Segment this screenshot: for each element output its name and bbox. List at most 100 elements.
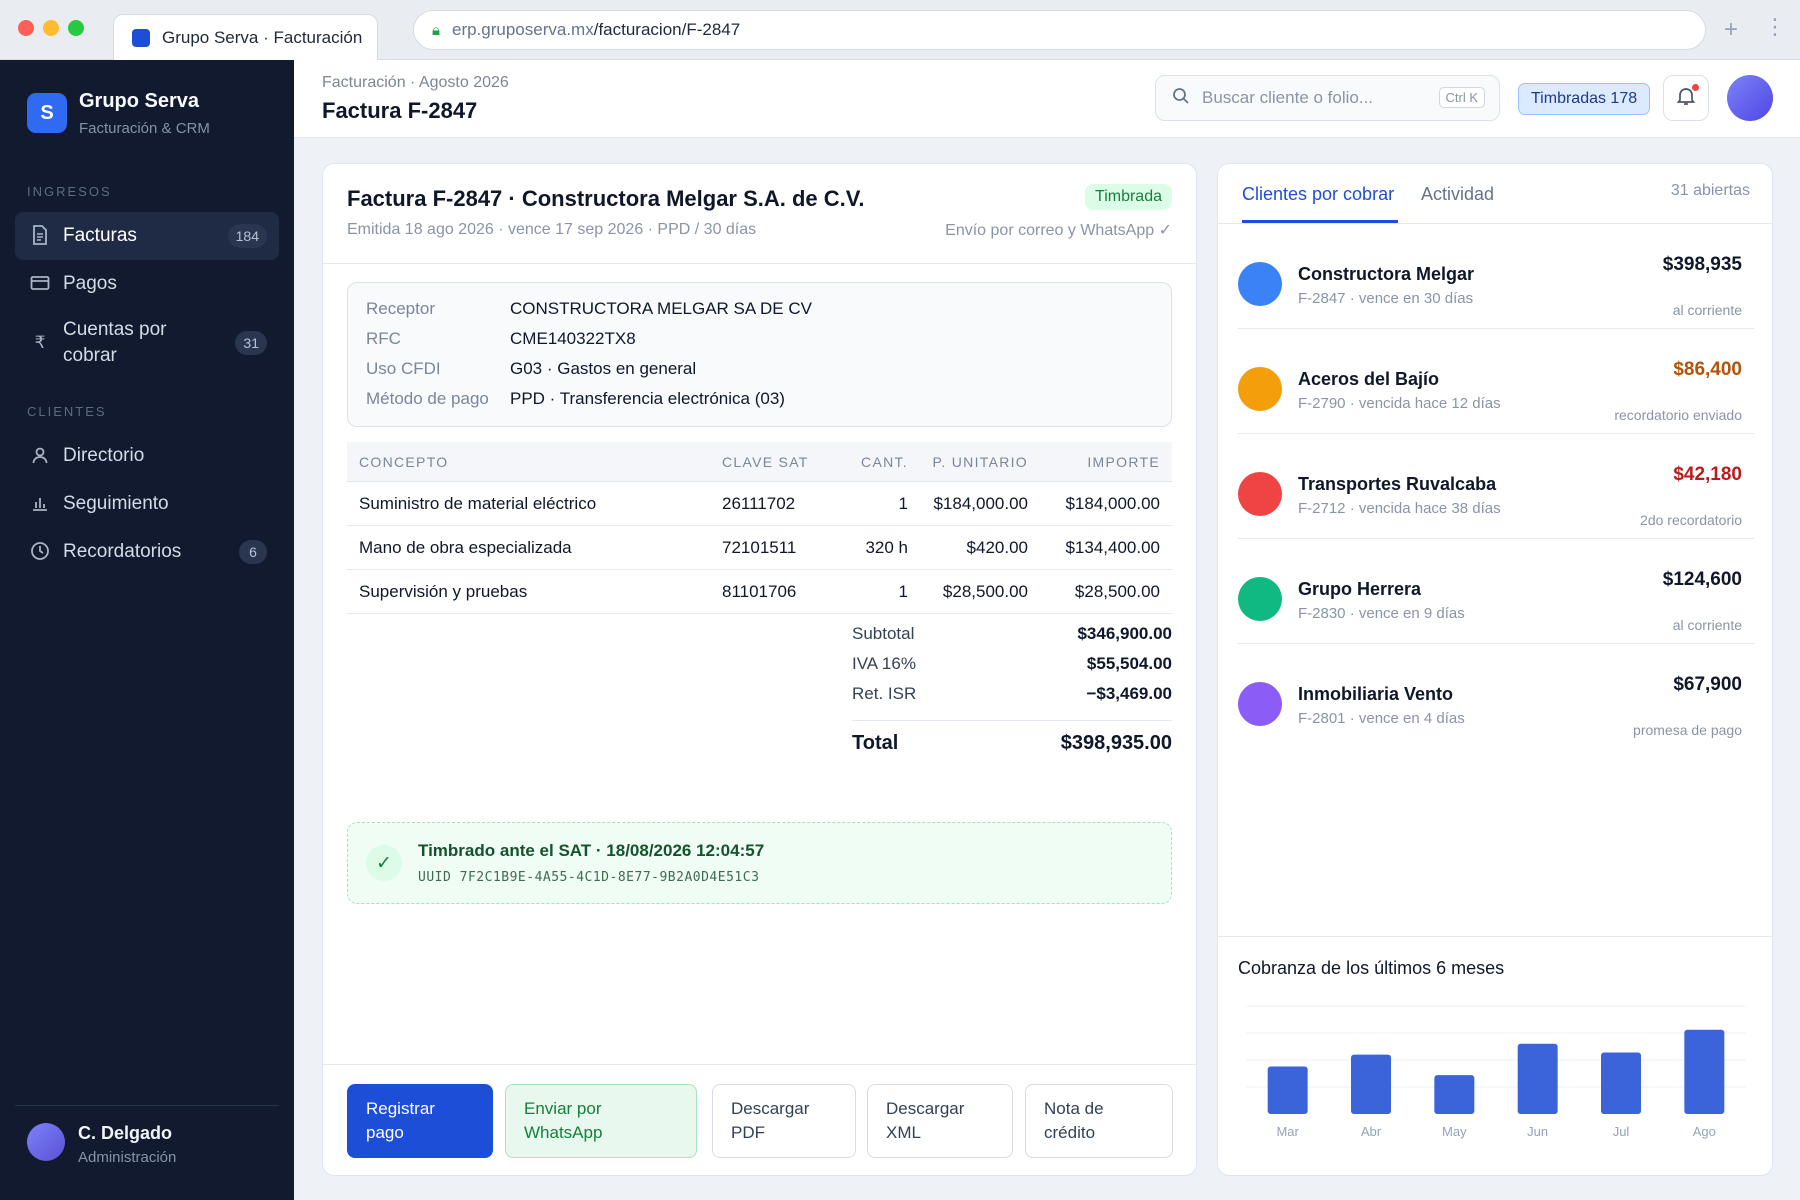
list-item[interactable]: Grupo Herrera F-2830 · vence en 9 días $… <box>1238 539 1754 644</box>
sidebar-item-label: Pagos <box>63 273 117 294</box>
subtotal-value: $346,900.00 <box>1077 624 1172 643</box>
maximize-window-button[interactable] <box>68 20 84 36</box>
total-value: $398,935.00 <box>1060 732 1172 754</box>
section-label-ingresos: INGRESOS <box>27 184 112 199</box>
send-whatsapp-button[interactable]: Enviar por WhatsApp <box>505 1084 697 1158</box>
clock-icon <box>29 540 51 562</box>
column-header: CONCEPTO <box>359 453 449 470</box>
unit-price-cell: $28,500.00 <box>942 581 1028 601</box>
stamped-count-badge[interactable]: Timbradas 178 <box>1518 83 1651 115</box>
sidebar-item-facturas[interactable]: Facturas 184 <box>15 212 279 260</box>
sat-stamp-title: Timbrado ante el SAT · 18/08/2026 12:04:… <box>418 841 765 860</box>
concept-cell: Supervisión y pruebas <box>359 581 528 601</box>
table-row[interactable]: Supervisión y pruebas 81101706 1 $28,500… <box>347 570 1172 614</box>
client-status: promesa de pago <box>1633 722 1742 738</box>
column-header: CANT. <box>861 453 908 470</box>
notification-dot <box>1692 84 1699 91</box>
sat-stamp-notice: ✓ Timbrado ante el SAT · 18/08/2026 12:0… <box>347 822 1172 904</box>
card-icon <box>29 272 51 294</box>
user-name: C. Delgado <box>78 1123 173 1143</box>
avatar <box>1238 262 1282 306</box>
breadcrumb[interactable]: Facturación · Agosto 2026 <box>322 74 509 92</box>
notifications-button[interactable] <box>1663 75 1709 121</box>
browser-menu-icon[interactable]: ⋮ <box>1764 14 1786 40</box>
chart-bar-jun[interactable] <box>1517 1043 1558 1114</box>
table-row[interactable]: Mano de obra especializada 72101511 320 … <box>347 526 1172 570</box>
client-name: Grupo Herrera <box>1298 579 1422 599</box>
document-icon <box>29 224 51 246</box>
chart-bar-ago[interactable] <box>1684 1029 1725 1114</box>
chart-title: Cobranza de los últimos 6 meses <box>1238 958 1505 978</box>
minimize-window-button[interactable] <box>43 20 59 36</box>
nav-count-badge: 31 <box>235 331 267 355</box>
user-role: Administración <box>78 1149 177 1166</box>
sidebar-item-cuentas-por-cobrar[interactable]: ₹ Cuentas por cobrar 31 <box>15 310 279 376</box>
chart-tick-label: Mar <box>1276 1124 1299 1139</box>
sidebar-item-directorio[interactable]: Directorio <box>15 432 279 480</box>
amount-cell: $28,500.00 <box>1074 581 1160 601</box>
list-item[interactable]: Constructora Melgar F-2847 · vence en 30… <box>1238 224 1754 329</box>
column-header: IMPORTE <box>1087 453 1160 470</box>
browser-tab[interactable]: Grupo Serva · Facturación <box>113 14 378 60</box>
field-value: PPD · Transferencia electrónica (03) <box>510 389 785 408</box>
sidebar-item-label: Recordatorios <box>63 541 182 562</box>
sidebar-item-label: Facturas <box>63 225 137 246</box>
browser-chrome: Grupo Serva · Facturación 🔒︎ erp.grupose… <box>0 0 1800 60</box>
client-status: al corriente <box>1672 617 1742 633</box>
avatar <box>1238 577 1282 621</box>
download-xml-button[interactable]: Descargar XML <box>867 1084 1013 1158</box>
list-item[interactable]: Transportes Ruvalcaba F-2712 · vencida h… <box>1238 434 1754 539</box>
amount-cell: $184,000.00 <box>1065 493 1160 513</box>
download-pdf-button[interactable]: Descargar PDF <box>712 1084 856 1158</box>
address-bar[interactable]: 🔒︎ erp.gruposerva.mx/facturacion/F-2847 <box>413 10 1706 50</box>
field-label: RFC <box>366 329 401 348</box>
chart-bar-jul[interactable] <box>1601 1052 1641 1114</box>
credit-note-button[interactable]: Nota de crédito <box>1025 1084 1173 1158</box>
client-name: Constructora Melgar <box>1298 264 1475 284</box>
divider <box>323 263 1196 264</box>
concept-cell: Suministro de material eléctrico <box>359 493 597 513</box>
sidebar: S Grupo Serva Facturación & CRM INGRESOS… <box>0 60 294 1200</box>
status-badge: Timbrada <box>1085 184 1172 210</box>
currency-icon: ₹ <box>34 333 46 352</box>
avatar[interactable] <box>1727 75 1773 121</box>
lock-icon: 🔒︎ <box>432 21 440 39</box>
url-host: erp.gruposerva.mx <box>451 20 594 39</box>
client-amount: $124,600 <box>1662 569 1742 590</box>
sidebar-item-recordatorios[interactable]: Recordatorios 6 <box>15 528 279 576</box>
register-payment-button[interactable]: Registrar pago <box>347 1084 493 1158</box>
chart-tick-label: May <box>1442 1124 1467 1139</box>
sidebar-item-label: Cuentas por cobrar <box>63 319 167 366</box>
list-item[interactable]: Aceros del Bajío F-2790 · vencida hace 1… <box>1238 329 1754 434</box>
sat-uuid: UUID 7F2C1B9E-4A55-4C1D-8E77-9B2A0D4E51C… <box>418 870 760 885</box>
client-name: Inmobiliaria Vento <box>1298 684 1454 704</box>
clave-cell: 81101706 <box>722 581 797 601</box>
field-label: Uso CFDI <box>366 359 441 378</box>
quantity-cell: 1 <box>898 581 908 601</box>
search-input[interactable]: Buscar cliente o folio... Ctrl K <box>1155 75 1500 121</box>
collections-bar-chart: Mar Abr May Jun Jul Ago <box>1246 1005 1746 1139</box>
client-detail: F-2801 · vence en 4 días <box>1298 710 1465 727</box>
check-icon: ✓ <box>366 845 402 881</box>
list-item[interactable]: Inmobiliaria Vento F-2801 · vence en 4 d… <box>1238 644 1754 749</box>
chart-bar-may[interactable] <box>1434 1075 1475 1114</box>
clave-cell: 72101511 <box>722 537 797 557</box>
tab-actividad[interactable]: Actividad <box>1421 184 1494 205</box>
user-icon <box>29 444 51 466</box>
sidebar-item-seguimiento[interactable]: Seguimiento <box>15 480 279 528</box>
chart-bar-abr[interactable] <box>1351 1054 1391 1114</box>
bar-chart-icon <box>29 492 51 514</box>
invoice-card: Factura F-2847 · Constructora Melgar S.A… <box>322 163 1197 1176</box>
table-row[interactable]: Suministro de material eléctrico 2611170… <box>347 482 1172 526</box>
chart-bar-mar[interactable] <box>1267 1066 1308 1114</box>
sidebar-item-pagos[interactable]: Pagos <box>15 260 279 308</box>
tab-clientes-por-cobrar[interactable]: Clientes por cobrar <box>1242 184 1394 205</box>
close-window-button[interactable] <box>18 20 34 36</box>
isr-retention-label: Ret. ISR <box>852 684 917 703</box>
chart-tick-label: Jul <box>1613 1124 1630 1139</box>
quantity-cell: 1 <box>898 493 908 513</box>
client-detail: F-2712 · vencida hace 38 días <box>1298 500 1501 517</box>
new-tab-icon[interactable]: + <box>1724 16 1738 44</box>
invoice-meta: Emitida 18 ago 2026 · vence 17 sep 2026 … <box>347 221 757 238</box>
avatar[interactable] <box>27 1123 65 1161</box>
